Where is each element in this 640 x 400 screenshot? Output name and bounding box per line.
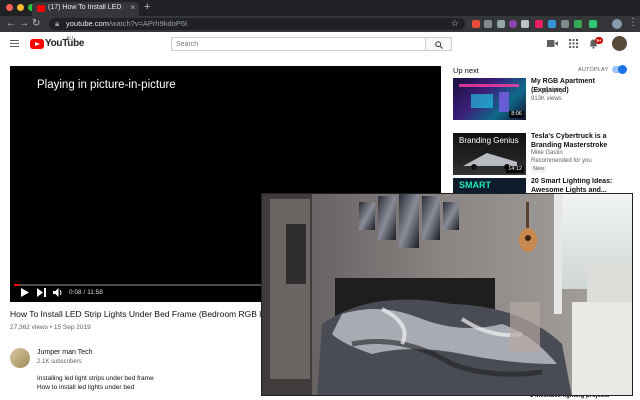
duration-badge: 8:06: [509, 111, 524, 118]
forward-arrow-icon[interactable]: →: [19, 17, 29, 31]
bedroom-video-frame: [262, 194, 632, 395]
youtube-favicon-icon: [37, 5, 45, 12]
extension-icon[interactable]: [589, 20, 597, 28]
youtube-logo-icon[interactable]: [30, 39, 44, 49]
back-arrow-icon[interactable]: ←: [6, 17, 16, 31]
time-display: 0:08 / 11:58: [69, 289, 103, 296]
description-line: How to install led lights under bed: [37, 384, 135, 391]
card-title[interactable]: Tesla's Cybertruck is a Branding Masters…: [531, 133, 633, 150]
bookmark-star-icon[interactable]: ☆: [451, 18, 459, 29]
channel-subscribers: 2.1K subscribers: [37, 359, 82, 365]
search-icon: [435, 41, 443, 49]
reload-icon[interactable]: ↻: [32, 17, 40, 31]
extension-icon[interactable]: [521, 20, 529, 28]
search-box: [171, 37, 426, 51]
card-channel: Mike Gastin: [531, 150, 563, 156]
video-thumbnail[interactable]: Branding Genius 14:12: [453, 133, 526, 175]
kebab-menu-icon[interactable]: ⋮: [628, 17, 638, 28]
notification-badge: 9+: [595, 37, 603, 44]
next-icon[interactable]: [37, 288, 46, 297]
extension-icon[interactable]: [497, 20, 505, 28]
youtube-masthead: YouTube AU 9+: [0, 32, 640, 56]
card-meta: Recommended for you: [531, 158, 592, 164]
tab-close-button[interactable]: ×: [130, 3, 135, 12]
extension-icon[interactable]: [561, 20, 569, 28]
video-thumbnail[interactable]: SMART: [453, 178, 526, 193]
up-next-heading: Up next: [453, 66, 479, 75]
video-thumbnail[interactable]: 8:06: [453, 78, 526, 120]
apps-grid-icon[interactable]: [569, 39, 578, 48]
list-item[interactable]: SMART 20 Smart Lighting Ideas: Awesome L…: [453, 178, 633, 193]
picture-in-picture-window[interactable]: [261, 193, 633, 396]
avatar[interactable]: [612, 36, 627, 51]
new-badge: New: [531, 166, 547, 173]
new-tab-button[interactable]: +: [144, 1, 150, 13]
play-icon[interactable]: [21, 288, 29, 297]
search-button[interactable]: [425, 37, 452, 51]
channel-name[interactable]: Jumper man Tech: [37, 349, 93, 356]
extension-icon[interactable]: [548, 20, 556, 28]
profile-avatar[interactable]: [612, 19, 622, 29]
extension-icon[interactable]: [509, 20, 517, 28]
card-title[interactable]: 20 Smart Lighting Ideas: Awesome Lights …: [531, 178, 633, 193]
list-item[interactable]: Branding Genius 14:12 Tesla's Cybertruck…: [453, 133, 633, 175]
browser-tabbar: (17) How To Install LED Strip × +: [0, 0, 640, 16]
tab-title: (17) How To Install LED Strip: [48, 4, 124, 11]
extension-icon[interactable]: [484, 20, 492, 28]
region-code: AU: [66, 36, 73, 42]
browser-toolbar: ← → ↻ 🔒︎ youtube.com/watch?v=APrh9kdoP6I…: [0, 16, 640, 32]
thumbnail-text: SMART: [459, 180, 491, 190]
video-meta: 27,362 views • 15 Sep 2019: [10, 324, 91, 331]
autoplay-label: AUTOPLAY: [578, 67, 609, 73]
extension-icon[interactable]: [535, 20, 543, 28]
close-window-button[interactable]: [6, 4, 13, 11]
browser-tab[interactable]: (17) How To Install LED Strip ×: [32, 2, 139, 16]
description-line: Installing led light strips under bed fr…: [37, 375, 154, 382]
autoplay-toggle[interactable]: [612, 65, 627, 74]
progress-fill: [14, 284, 19, 286]
thumbnail-text: Branding Genius: [459, 136, 519, 145]
youtube-logo-text[interactable]: YouTube: [45, 38, 85, 49]
create-video-icon[interactable]: [547, 39, 558, 48]
card-channel: Coltography: [531, 88, 564, 94]
address-bar[interactable]: 🔒︎ youtube.com/watch?v=APrh9kdoP6I ☆: [49, 18, 465, 30]
list-item[interactable]: 8:06 My RGB Apartment (Explained) Coltog…: [453, 78, 633, 120]
card-meta: 913K views: [531, 96, 562, 102]
minimize-window-button[interactable]: [17, 4, 24, 11]
lock-icon: 🔒︎: [55, 19, 60, 28]
hamburger-menu-icon[interactable]: [10, 40, 19, 47]
channel-avatar[interactable]: [10, 348, 30, 368]
pip-status-text: Playing in picture-in-picture: [37, 79, 176, 91]
extension-icon[interactable]: [472, 20, 480, 28]
video-title: How To Install LED Strip Lights Under Be…: [10, 309, 262, 319]
volume-icon[interactable]: [53, 288, 63, 297]
url-text[interactable]: youtube.com/watch?v=APrh9kdoP6I: [66, 19, 187, 28]
extension-icon[interactable]: [574, 20, 582, 28]
search-input[interactable]: [172, 38, 422, 50]
duration-badge: 14:12: [506, 166, 524, 173]
